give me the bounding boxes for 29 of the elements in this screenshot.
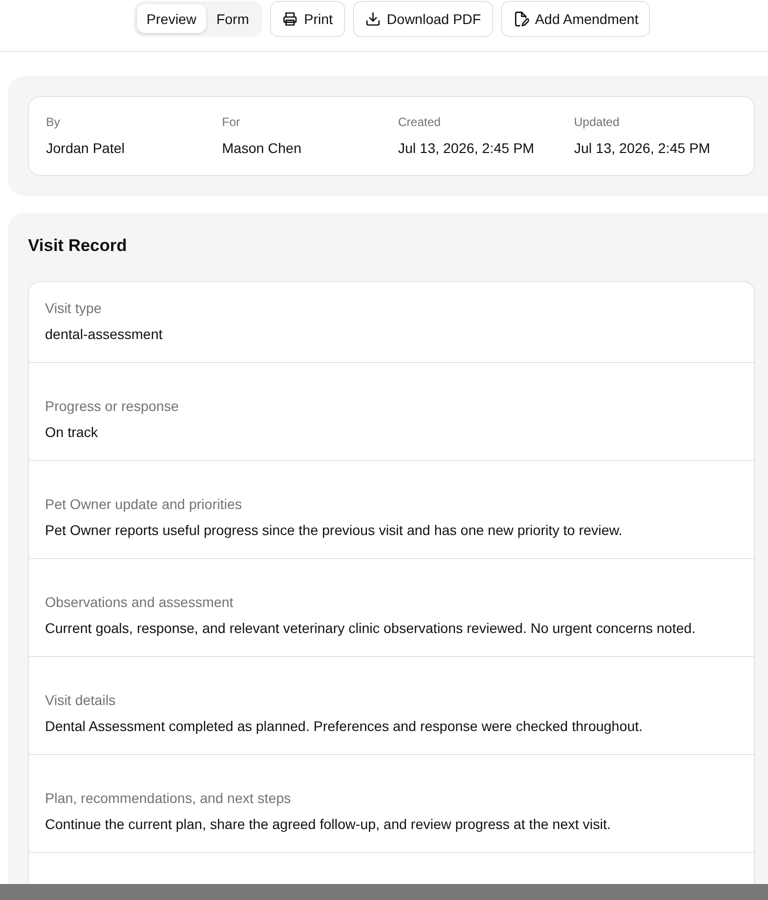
file-pen-icon [512, 11, 529, 27]
field-value: dental-assessment [45, 325, 164, 344]
field-label: Pet Owner update and priorities [45, 495, 243, 513]
view-tab[interactable]: Preview [136, 4, 206, 33]
field-value: Current goals, response, and relevant veterinary clinic observations reviewed. No urgent concerns noted. [45, 619, 697, 638]
field-label: Visit details [45, 691, 117, 709]
field-label: Visit type [45, 299, 103, 317]
download-icon [364, 11, 381, 27]
field-value: Pet Owner reports useful progress since the previous visit and has one new priority to review. [45, 521, 624, 540]
section-title: Visit Record [28, 235, 128, 257]
meta-value: Jul 13, 2026, 2:45 PM [398, 139, 536, 158]
field-value: Dental Assessment completed as planned. Preferences and response were checked throughout. [45, 717, 644, 736]
print-button[interactable]: Print [270, 1, 345, 37]
field-label: Plan, recommendations, and next steps [45, 789, 292, 807]
meta-label: Created [398, 115, 442, 129]
meta-value: Jul 13, 2026, 2:45 PM [574, 139, 712, 158]
meta-value: Mason Chen [222, 139, 302, 158]
meta-value: Jordan Patel [46, 139, 126, 158]
field-label: Observations and assessment [45, 593, 234, 611]
printer-icon [282, 11, 298, 27]
field-label: Progress or response [45, 397, 180, 415]
download-button[interactable]: Download PDF [352, 1, 493, 37]
meta-label: Updated [574, 115, 620, 129]
meta-label: By [46, 115, 62, 129]
amend-button[interactable]: Add Amendment [500, 1, 650, 37]
field-value: Continue the current plan, share the agreed follow-up, and review progress at the next visit. [45, 815, 612, 834]
view-tab[interactable]: Form [206, 4, 259, 33]
meta-label: For [222, 115, 241, 129]
field-value: On track [45, 423, 99, 442]
